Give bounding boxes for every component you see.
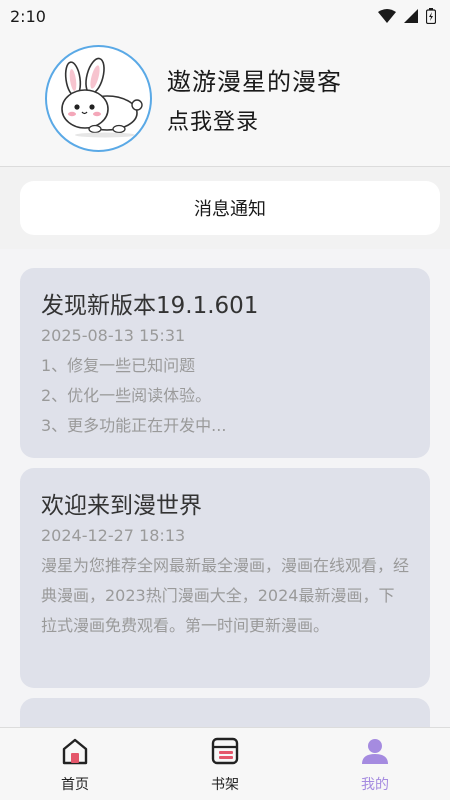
notice-date: 2024-12-27 18:13 <box>41 526 186 545</box>
nav-profile-label: 我的 <box>361 777 389 793</box>
status-icons <box>378 8 436 24</box>
status-bar: 2:10 <box>0 0 450 32</box>
notice-body: 漫星为您推荐全网最新最全漫画，漫画在线观看，经典漫画，2023热门漫画大全，20… <box>41 556 410 635</box>
username: 遨游漫星的漫客 <box>167 68 342 96</box>
signal-icon <box>404 9 418 23</box>
notice-title: 欢迎来到漫世界 <box>41 493 202 519</box>
notice-card[interactable]: 欢迎来到漫世界 2024-12-27 18:13 漫星为您推荐全网最新最全漫画，… <box>20 468 430 688</box>
bookshelf-icon <box>210 736 240 766</box>
nav-bookshelf-label: 书架 <box>211 777 239 793</box>
status-time: 2:10 <box>10 6 46 26</box>
nav-profile[interactable]: 我的 <box>300 728 450 800</box>
notice-list[interactable]: 发现新版本19.1.601 2025-08-13 15:31 1、修复一些已知问… <box>0 249 450 727</box>
login-link[interactable]: 点我登录 <box>167 104 259 136</box>
notice-date: 2025-08-13 15:31 <box>41 326 186 345</box>
home-icon <box>60 736 90 766</box>
notifications-button[interactable]: 消息通知 <box>20 181 440 235</box>
nav-home-label: 首页 <box>61 777 89 793</box>
notice-line: 2、优化一些阅读体验。 <box>41 386 212 405</box>
notice-card[interactable] <box>20 698 430 727</box>
notice-line: 1、修复一些已知问题 <box>41 356 196 375</box>
bottom-nav: 首页 书架 我的 <box>0 727 450 800</box>
wifi-icon <box>378 9 396 23</box>
notice-title: 发现新版本19.1.601 <box>41 293 259 319</box>
battery-icon <box>426 8 436 24</box>
notice-card[interactable]: 发现新版本19.1.601 2025-08-13 15:31 1、修复一些已知问… <box>20 268 430 458</box>
bunny-avatar-icon <box>61 57 143 138</box>
notice-line: 3、更多功能正在开发中... <box>41 416 227 435</box>
nav-home[interactable]: 首页 <box>0 728 150 800</box>
profile-icon <box>360 736 390 766</box>
avatar[interactable] <box>45 45 152 152</box>
profile-header: 遨游漫星的漫客 点我登录 <box>0 32 450 167</box>
nav-bookshelf[interactable]: 书架 <box>150 728 300 800</box>
